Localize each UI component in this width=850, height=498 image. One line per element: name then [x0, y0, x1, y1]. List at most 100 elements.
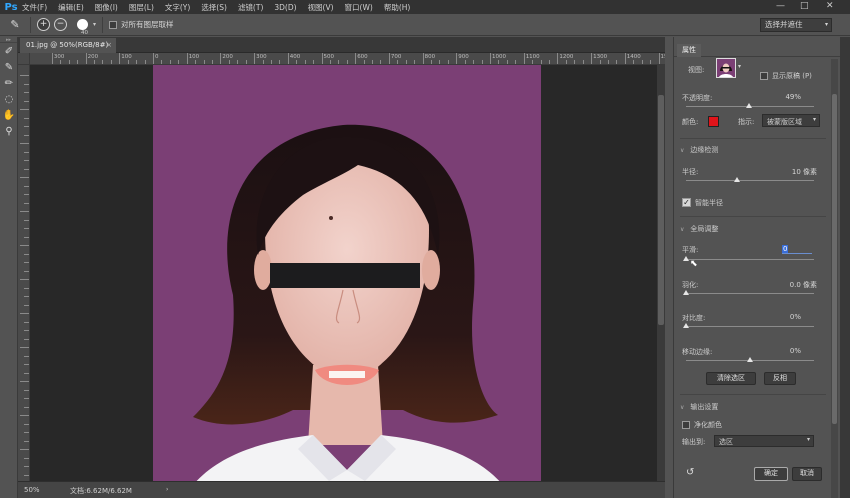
- output-settings-header[interactable]: ∨ 输出设置: [680, 402, 718, 412]
- ruler-minor-tick: [24, 296, 29, 297]
- decontaminate-colors-checkbox[interactable]: [682, 421, 690, 429]
- brush-picker-icon[interactable]: [77, 19, 88, 30]
- sample-all-layers-checkbox[interactable]: [109, 20, 118, 29]
- contrast-value[interactable]: 0%: [790, 313, 801, 321]
- scroll-thumb[interactable]: [832, 94, 837, 424]
- feather-slider[interactable]: [686, 293, 814, 294]
- status-menu-arrow-icon[interactable]: ›: [166, 486, 168, 493]
- lasso-tool-icon[interactable]: ◌: [0, 91, 18, 107]
- menu-filter[interactable]: 滤镜(T): [238, 2, 263, 13]
- ruler-minor-tick: [439, 60, 441, 64]
- opacity-slider-knob[interactable]: [745, 103, 752, 108]
- smart-radius-checkbox[interactable]: ✓: [682, 198, 691, 207]
- select-and-mask-dropdown[interactable]: 选择并遮住 ▾: [760, 18, 832, 32]
- chevron-down-icon: ▾: [806, 436, 810, 443]
- smooth-slider-knob[interactable]: [683, 256, 689, 261]
- menu-select[interactable]: 选择(S): [201, 2, 227, 13]
- ruler-tick: [287, 53, 289, 64]
- vertical-scrollbar[interactable]: [657, 65, 665, 481]
- ruler-minor-tick: [431, 60, 433, 64]
- ruler-minor-tick: [24, 398, 29, 399]
- opacity-value[interactable]: 49%: [785, 93, 801, 101]
- menu-3d[interactable]: 3D(D): [274, 3, 296, 12]
- indicate-label: 指示:: [738, 118, 755, 126]
- ruler-minor-tick: [414, 60, 416, 64]
- contract-mode-icon[interactable]: −: [54, 18, 67, 31]
- document-tab[interactable]: 01.jpg @ 50%(RGB/8#) ×: [20, 38, 116, 53]
- image-canvas[interactable]: [153, 65, 541, 481]
- minimize-button[interactable]: —: [776, 1, 785, 11]
- decontaminate-colors-label: 净化颜色: [694, 421, 722, 429]
- ruler-tick: [85, 53, 87, 64]
- ruler-tick: [591, 53, 593, 64]
- ok-button[interactable]: 确定: [754, 467, 788, 481]
- menu-image[interactable]: 图像(I): [95, 2, 118, 13]
- close-tab-icon[interactable]: ×: [106, 38, 112, 53]
- ruler-tick-label: 200: [87, 54, 99, 60]
- radius-value[interactable]: 10 像素: [792, 167, 817, 177]
- divider: [680, 394, 826, 395]
- menu-layer[interactable]: 图层(L): [129, 2, 154, 13]
- feather-slider-knob[interactable]: [683, 290, 689, 295]
- options-bar: ✎ + − 40 ▾ 对所有图层取样 选择并遮住 ▾: [0, 14, 850, 36]
- quick-selection-tool-icon[interactable]: ✐: [0, 43, 18, 59]
- ruler-minor-tick: [24, 389, 29, 391]
- divider: [680, 138, 826, 139]
- status-bar: 50% 文档:6.62M/6.62M ›: [18, 481, 665, 498]
- brush-tool-icon[interactable]: ✏: [0, 75, 18, 91]
- view-mode-thumbnail[interactable]: [716, 58, 736, 78]
- document-size: 文档:6.62M/6.62M: [70, 487, 132, 495]
- ruler-minor-tick: [380, 60, 382, 64]
- radius-slider-knob[interactable]: [734, 177, 741, 182]
- reset-icon[interactable]: ↺: [686, 467, 694, 478]
- shift-edge-slider-knob[interactable]: [747, 357, 753, 362]
- close-window-button[interactable]: ✕: [826, 1, 834, 11]
- ruler-tick: [355, 53, 357, 64]
- overlay-color-swatch[interactable]: [708, 116, 719, 127]
- ruler-tick: [523, 53, 525, 64]
- properties-tab[interactable]: 属性: [677, 44, 701, 57]
- properties-scrollbar[interactable]: [831, 59, 838, 498]
- clear-selection-button[interactable]: 清除选区: [706, 372, 756, 385]
- menu-type[interactable]: 文字(Y): [165, 2, 190, 13]
- show-original-checkbox[interactable]: [760, 72, 768, 80]
- ruler-minor-tick: [228, 60, 230, 64]
- ruler-minor-tick: [24, 474, 29, 476]
- smooth-slider[interactable]: [686, 259, 814, 260]
- shift-edge-value[interactable]: 0%: [790, 347, 801, 355]
- contrast-slider[interactable]: [686, 326, 814, 327]
- indicate-dropdown[interactable]: 被蒙版区域 ▾: [762, 114, 820, 127]
- zoom-tool-icon[interactable]: ⚲: [0, 123, 18, 139]
- hand-tool-icon[interactable]: ✋: [0, 107, 18, 123]
- output-to-dropdown[interactable]: 选区 ▾: [714, 435, 814, 447]
- menu-view[interactable]: 视图(V): [308, 2, 334, 13]
- ruler-minor-tick: [60, 60, 62, 64]
- global-refinements-header[interactable]: ∨ 全局调整: [680, 224, 718, 234]
- ruler-tick: [388, 53, 390, 64]
- chevron-down-icon: ∨: [680, 147, 685, 154]
- contrast-slider-knob[interactable]: [683, 323, 689, 328]
- menu-file[interactable]: 文件(F): [22, 2, 47, 13]
- expand-mode-icon[interactable]: +: [37, 18, 50, 31]
- menu-help[interactable]: 帮助(H): [384, 2, 411, 13]
- chevron-down-icon[interactable]: ▾: [93, 21, 96, 28]
- cancel-button[interactable]: 取消: [792, 467, 822, 481]
- ruler-tick: [20, 347, 29, 348]
- brush-tool-preset-icon[interactable]: ✎: [6, 17, 24, 33]
- edge-detection-header[interactable]: ∨ 边缘检测: [680, 145, 718, 155]
- invert-button[interactable]: 反相: [764, 372, 796, 385]
- menu-window[interactable]: 窗口(W): [345, 2, 373, 13]
- ruler-minor-tick: [127, 60, 129, 64]
- zoom-level[interactable]: 50%: [24, 486, 40, 494]
- refine-edge-brush-icon[interactable]: ✎: [0, 59, 18, 75]
- chevron-down-icon[interactable]: ▾: [738, 63, 741, 70]
- maximize-button[interactable]: □: [800, 1, 809, 11]
- ruler-minor-tick: [24, 287, 29, 289]
- radius-slider[interactable]: [686, 180, 814, 181]
- menu-edit[interactable]: 编辑(E): [58, 2, 84, 13]
- scroll-thumb[interactable]: [658, 95, 664, 325]
- ruler-minor-tick: [169, 60, 171, 64]
- smooth-value-field[interactable]: 0: [782, 244, 812, 254]
- feather-value[interactable]: 0.0 像素: [790, 280, 817, 290]
- ruler-minor-tick: [24, 304, 29, 306]
